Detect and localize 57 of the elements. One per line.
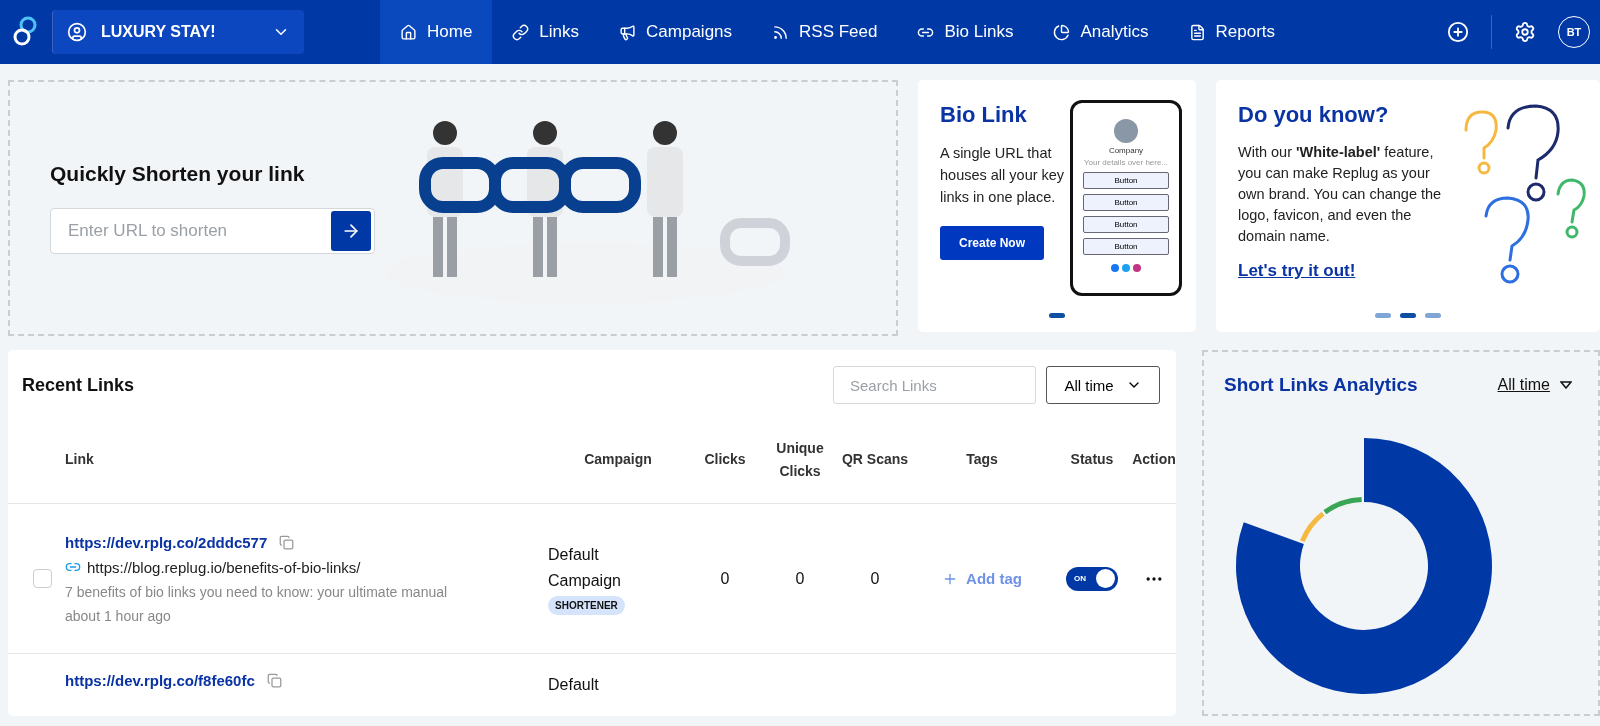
short-link[interactable]: https://dev.rplg.co/f8fe60fc bbox=[65, 672, 282, 689]
search-field[interactable]: Search Links bbox=[833, 366, 1036, 404]
pie-chart-icon bbox=[1053, 23, 1071, 41]
status-toggle[interactable]: ON bbox=[1066, 566, 1118, 591]
link-icon bbox=[512, 23, 530, 41]
link-description: 7 benefits of bio links you need to know: your ultimate manual bbox=[65, 583, 448, 600]
campaign-name: Default Campaign bbox=[548, 545, 622, 591]
column-header: Tags bbox=[912, 416, 1052, 504]
try-it-link[interactable]: Let's try it out! bbox=[1238, 261, 1578, 281]
card-text: A single URL that houses all your key links in one place. bbox=[940, 144, 1066, 207]
nav-tab[interactable]: Bio Links bbox=[897, 0, 1034, 64]
period-dropdown[interactable]: All time bbox=[1046, 366, 1160, 404]
document-icon bbox=[1188, 23, 1206, 41]
home-icon bbox=[400, 23, 417, 41]
phone-subtitle: Your details over here... bbox=[1083, 158, 1169, 167]
nav-tab[interactable]: Links bbox=[492, 0, 600, 64]
nav-tab[interactable]: Analytics bbox=[1033, 0, 1169, 64]
column-header: Action bbox=[1132, 416, 1176, 504]
url-input-field[interactable]: Enter URL to shorten bbox=[50, 208, 375, 254]
card-title: Bio Link bbox=[940, 102, 1028, 128]
row-checkbox[interactable] bbox=[33, 569, 52, 588]
unique-clicks-count: 0 bbox=[795, 569, 805, 588]
copy-icon[interactable] bbox=[266, 673, 282, 688]
nav-tab[interactable]: RSS Feed bbox=[752, 0, 898, 64]
column-header: Campaign bbox=[548, 416, 688, 504]
long-url: https://blog.replug.io/benefits-of-bio-links/ bbox=[87, 558, 361, 576]
short-link[interactable]: https://dev.rplg.co/2dddc577 bbox=[65, 533, 295, 551]
phone-company: Company bbox=[1108, 146, 1144, 155]
rss-icon bbox=[772, 23, 790, 41]
column-header: Link bbox=[65, 416, 548, 504]
nav-tab[interactable]: Reports bbox=[1168, 0, 1296, 64]
nav-tab[interactable]: Campaigns bbox=[599, 0, 753, 64]
panel-title: Recent Links bbox=[22, 374, 135, 396]
avatar-placeholder bbox=[1114, 119, 1138, 143]
column-header: Status bbox=[1052, 416, 1132, 504]
panel-title: Quickly Shorten your link bbox=[50, 162, 306, 186]
column-header: QR Scans bbox=[838, 416, 912, 504]
workspace-dropdown[interactable]: LUXURY STAY! bbox=[52, 10, 304, 54]
create-now-button[interactable]: Create Now bbox=[940, 226, 1044, 260]
period-dropdown[interactable]: All time bbox=[1491, 375, 1578, 395]
megaphone-icon bbox=[619, 23, 637, 41]
card-text: With our 'White-label' feature, you can make Replug as your own brand. You can change the logo, favicon, and even the domain name. bbox=[1238, 143, 1443, 246]
column-header: Unique Clicks bbox=[762, 416, 838, 504]
card-title: Do you know? bbox=[1238, 102, 1390, 128]
campaign-name: Default bbox=[548, 675, 600, 695]
link-time: about 1 hour ago bbox=[65, 607, 171, 624]
qr-scans-count: 0 bbox=[870, 569, 880, 588]
nav-tab[interactable]: Home bbox=[380, 0, 493, 64]
clicks-count: 0 bbox=[720, 569, 730, 588]
column-header: Clicks bbox=[688, 416, 762, 504]
user-icon bbox=[67, 22, 87, 42]
caret-icon bbox=[1560, 381, 1572, 389]
url-input[interactable]: Enter URL to shorten bbox=[66, 220, 331, 242]
shorten-button[interactable] bbox=[331, 211, 371, 251]
campaign-tag: SHORTENER bbox=[548, 596, 625, 615]
panel-title: Short Links Analytics bbox=[1224, 374, 1418, 396]
copy-icon[interactable] bbox=[279, 534, 295, 550]
